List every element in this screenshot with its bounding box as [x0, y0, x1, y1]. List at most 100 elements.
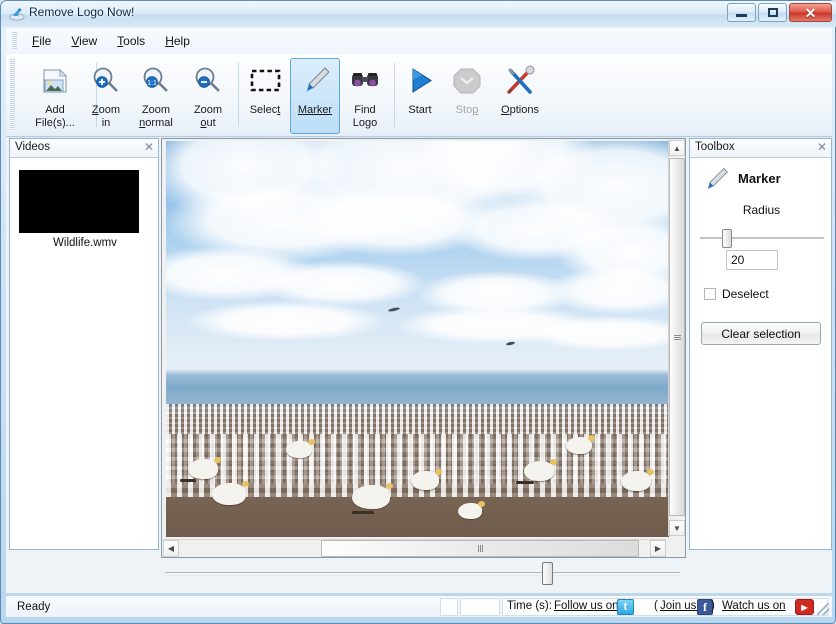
- zoom-normal-icon: 1:1: [139, 64, 173, 98]
- status-pane-2: [460, 598, 500, 616]
- chevron-left-icon: ◀: [168, 544, 174, 553]
- toolbar-label-zoom-in: Zoomin: [92, 104, 120, 129]
- gannet-bird: [524, 461, 554, 481]
- timeline-thumb[interactable]: [542, 562, 553, 585]
- horizontal-scroll-thumb[interactable]: [321, 540, 639, 557]
- radius-slider-thumb[interactable]: [722, 229, 732, 248]
- zoom-in-icon: [89, 64, 123, 98]
- chevron-up-icon: ▲: [673, 144, 681, 153]
- menu-file-rest: ile: [39, 34, 51, 48]
- video-thumbnail[interactable]: [19, 170, 139, 233]
- status-bar: Ready Time (s): Follow us on t ( Join us…: [6, 595, 832, 617]
- toolbar-button-zoom-out[interactable]: Zoomout: [184, 58, 232, 134]
- videos-panel: Videos ✕ Wildlife.wmv: [9, 138, 159, 550]
- tools-wrench-screwdriver-icon: [503, 64, 537, 98]
- time-label: Time (s):: [507, 600, 552, 612]
- youtube-link[interactable]: Watch us on: [722, 600, 786, 612]
- menu-item-tools[interactable]: Tools: [107, 31, 155, 51]
- maximize-icon: [768, 8, 778, 17]
- scroll-left-button[interactable]: ◀: [163, 540, 179, 557]
- status-pane-1: [440, 598, 458, 616]
- work-area: Videos ✕ Wildlife.wmv: [6, 138, 832, 593]
- radius-value-input[interactable]: 20: [726, 250, 778, 270]
- viewer-vertical-scrollbar[interactable]: ▲ ▼: [668, 140, 684, 536]
- toolbar-label-marker: Marker: [298, 104, 332, 117]
- twitter-link[interactable]: Follow us on: [554, 600, 619, 612]
- toolbar-button-find-logo[interactable]: Find Logo: [342, 58, 388, 134]
- deselect-checkbox[interactable]: [704, 288, 716, 300]
- videos-panel-close-icon[interactable]: ✕: [144, 141, 154, 154]
- twitter-bird-icon[interactable]: t: [617, 599, 634, 615]
- toolbar-button-stop[interactable]: Stop: [446, 58, 488, 134]
- menu-item-help[interactable]: Help: [155, 31, 200, 51]
- gannet-bird: [188, 459, 218, 479]
- menu-item-file[interactable]: File: [22, 31, 61, 51]
- facebook-paren-close: ): [711, 600, 715, 612]
- gannet-tail: [352, 511, 374, 514]
- toolbar-button-add-files[interactable]: Add File(s)...: [20, 58, 90, 134]
- viewer-horizontal-scrollbar[interactable]: ◀ ▶: [163, 539, 666, 556]
- videos-panel-header: Videos ✕: [10, 139, 158, 158]
- video-file-name[interactable]: Wildlife.wmv: [10, 237, 160, 249]
- toolbar-label-find-logo: Find Logo: [353, 104, 377, 129]
- toolbar-button-select[interactable]: Select: [242, 58, 288, 134]
- scroll-down-button[interactable]: ▼: [669, 520, 685, 536]
- close-button[interactable]: ✕: [789, 3, 832, 22]
- chevron-down-icon: ▼: [673, 524, 681, 533]
- menu-tools-rest: ools: [123, 34, 145, 48]
- app-logo-icon: [9, 6, 25, 22]
- toolbar-separator-2: [238, 63, 239, 127]
- toolbar-separator-3: [394, 63, 395, 127]
- video-timeline-slider[interactable]: [161, 559, 686, 589]
- video-frame-canvas[interactable]: [166, 141, 669, 537]
- marker-pen-icon: [298, 64, 332, 98]
- gannet-tail: [180, 479, 196, 482]
- svg-text:1:1: 1:1: [147, 80, 157, 87]
- toolbar-button-marker[interactable]: Marker: [290, 58, 340, 134]
- resize-grip-icon[interactable]: [817, 603, 829, 615]
- cloud: [186, 301, 386, 341]
- marker-pen-icon: [700, 165, 730, 195]
- timeline-track[interactable]: [165, 572, 680, 576]
- maximize-button[interactable]: [758, 3, 787, 22]
- minimize-button[interactable]: [727, 3, 756, 22]
- menu-view-rest: iew: [79, 34, 97, 48]
- radius-slider-track[interactable]: [700, 237, 824, 239]
- toolbar-button-zoom-in[interactable]: Zoomin: [82, 58, 130, 134]
- gannet-bird: [621, 471, 651, 491]
- status-text: Ready: [17, 601, 50, 613]
- radius-label: Radius: [690, 203, 833, 217]
- toolbar-button-zoom-normal[interactable]: 1:1 Zoomnormal: [130, 58, 182, 134]
- minimize-icon: [736, 14, 747, 17]
- gannet-bird: [352, 485, 390, 509]
- youtube-logo-icon[interactable]: ▶: [795, 599, 814, 615]
- gannet-bird: [458, 503, 482, 519]
- toolbar-label-add-files: Add File(s)...: [35, 104, 75, 129]
- toolbar-button-options[interactable]: Options: [492, 58, 548, 134]
- toolbar-button-start[interactable]: Start: [398, 58, 442, 134]
- scroll-thumb-grip: [674, 335, 681, 340]
- scroll-thumb-grip: [478, 545, 483, 552]
- facebook-paren-open: (: [654, 600, 658, 612]
- play-triangle-icon: [403, 64, 437, 98]
- close-icon: ✕: [805, 6, 817, 20]
- toolbar-label-select: Select: [250, 104, 281, 117]
- toolbox-panel-close-icon[interactable]: ✕: [817, 141, 827, 154]
- scroll-right-button[interactable]: ▶: [650, 540, 666, 557]
- scroll-up-button[interactable]: ▲: [669, 140, 685, 156]
- application-window: Remove Logo Now! ✕ File View Tools Help: [0, 0, 836, 624]
- toolbar-grip-handle[interactable]: [10, 59, 15, 131]
- deselect-checkbox-row[interactable]: Deselect: [704, 287, 769, 301]
- toolbox-panel-header: Toolbox ✕: [690, 139, 831, 158]
- toolbox-panel-title: Toolbox: [695, 141, 735, 153]
- toolbar-label-zoom-normal: Zoomnormal: [139, 104, 173, 129]
- toolbar-label-start: Start: [408, 104, 431, 117]
- radius-slider[interactable]: [700, 229, 824, 247]
- vertical-scroll-thumb[interactable]: [669, 158, 685, 516]
- menu-grip-handle[interactable]: [12, 32, 17, 50]
- clear-selection-button[interactable]: Clear selection: [701, 322, 821, 345]
- window-title: Remove Logo Now!: [29, 5, 134, 19]
- gannet-tail: [516, 481, 534, 484]
- menu-item-view[interactable]: View: [61, 31, 107, 51]
- toolbar-label-stop: Stop: [456, 104, 479, 117]
